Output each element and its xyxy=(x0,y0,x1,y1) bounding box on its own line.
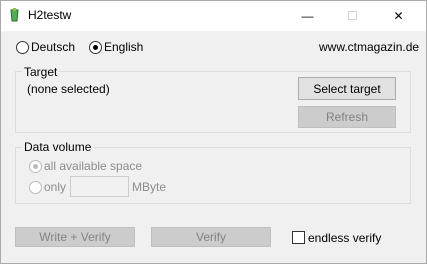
minimize-icon: — xyxy=(301,8,314,23)
mbyte-input[interactable] xyxy=(70,176,129,197)
target-group-label: Target xyxy=(22,65,60,79)
target-status: (none selected) xyxy=(27,82,110,96)
radio-all-space[interactable] xyxy=(29,160,42,173)
website-link: www.ctmagazin.de xyxy=(319,40,420,54)
radio-only[interactable] xyxy=(29,181,42,194)
endless-verify-checkbox[interactable] xyxy=(292,231,305,244)
refresh-button[interactable]: Refresh xyxy=(298,106,396,128)
data-volume-group-label: Data volume xyxy=(22,140,94,154)
radio-deutsch-label[interactable]: Deutsch xyxy=(31,40,75,54)
select-target-button[interactable]: Select target xyxy=(298,77,396,100)
radio-deutsch[interactable] xyxy=(16,41,29,54)
close-icon: ✕ xyxy=(393,8,404,23)
verify-button[interactable]: Verify xyxy=(151,227,271,247)
app-window: H2testw — ☐ ✕ Deutsch English www.ctmaga… xyxy=(0,0,427,264)
app-icon xyxy=(10,8,19,22)
title-bar[interactable]: H2testw — ☐ ✕ xyxy=(1,1,426,31)
mbyte-unit-label: MByte xyxy=(132,180,167,194)
minimize-button[interactable]: — xyxy=(285,1,330,30)
maximize-button[interactable]: ☐ xyxy=(330,1,375,30)
write-verify-label: Write + Verify xyxy=(39,230,111,244)
close-button[interactable]: ✕ xyxy=(376,1,421,30)
radio-english[interactable] xyxy=(89,41,102,54)
endless-verify-label[interactable]: endless verify xyxy=(308,231,381,245)
radio-all-space-label[interactable]: all available space xyxy=(44,159,142,173)
radio-only-label[interactable]: only xyxy=(44,180,66,194)
select-target-label: Select target xyxy=(313,81,381,96)
maximize-icon: ☐ xyxy=(347,8,358,23)
write-verify-button[interactable]: Write + Verify xyxy=(15,227,135,247)
refresh-label: Refresh xyxy=(325,110,369,124)
verify-label: Verify xyxy=(195,230,226,244)
window-title: H2testw xyxy=(28,8,72,22)
radio-english-label[interactable]: English xyxy=(104,40,143,54)
